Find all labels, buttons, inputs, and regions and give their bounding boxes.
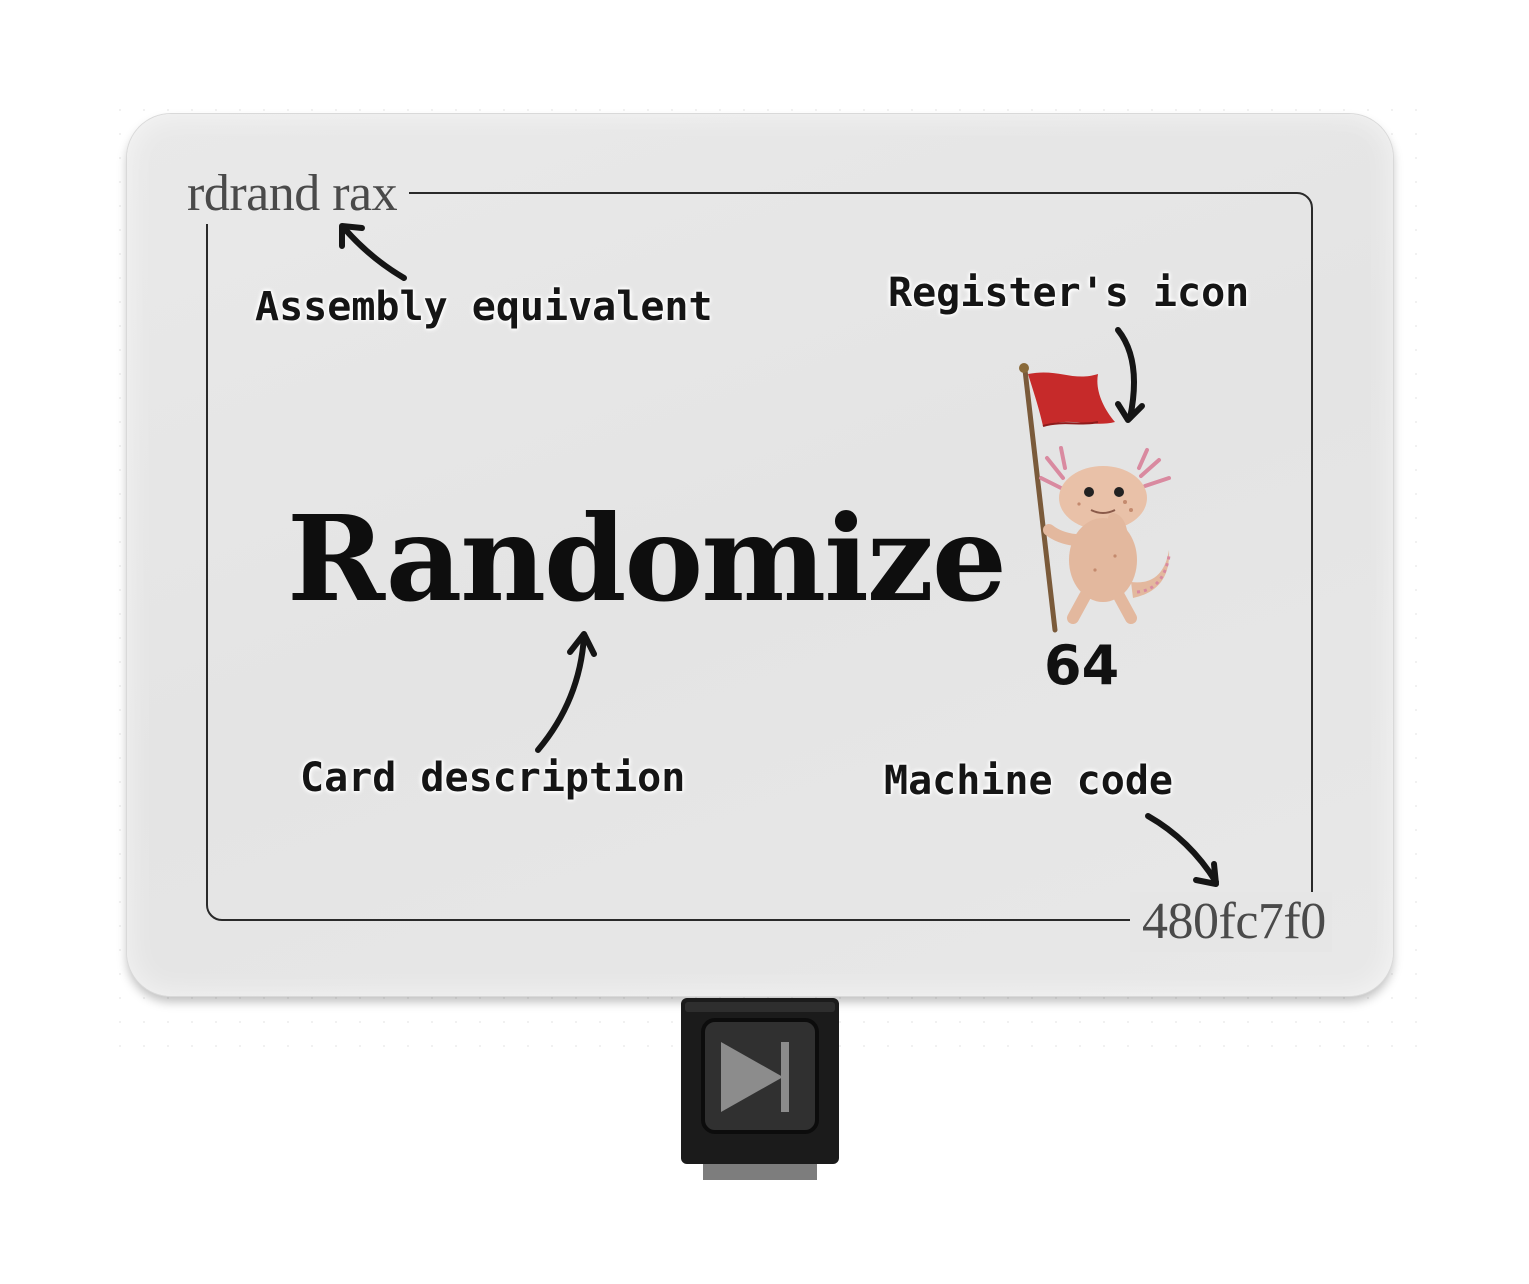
register-size: 64	[1044, 634, 1120, 697]
assembly-annotation: Assembly equivalent	[255, 284, 713, 330]
machine-code-text: 480fc7f0	[1130, 892, 1332, 952]
icon-annotation: Register's icon	[888, 270, 1250, 316]
description-annotation: Card description	[300, 755, 686, 801]
next-button[interactable]	[681, 998, 839, 1180]
machine-code-annotation: Machine code	[884, 758, 1173, 804]
axolotl-flag-icon	[1019, 363, 1171, 633]
card-description: Randomize	[287, 489, 1007, 628]
assembly-text: rdrand rax	[179, 164, 410, 224]
register-icon	[1003, 360, 1183, 640]
instruction-card[interactable]: rdrand rax Randomize 64 480fc7f0	[127, 114, 1393, 996]
